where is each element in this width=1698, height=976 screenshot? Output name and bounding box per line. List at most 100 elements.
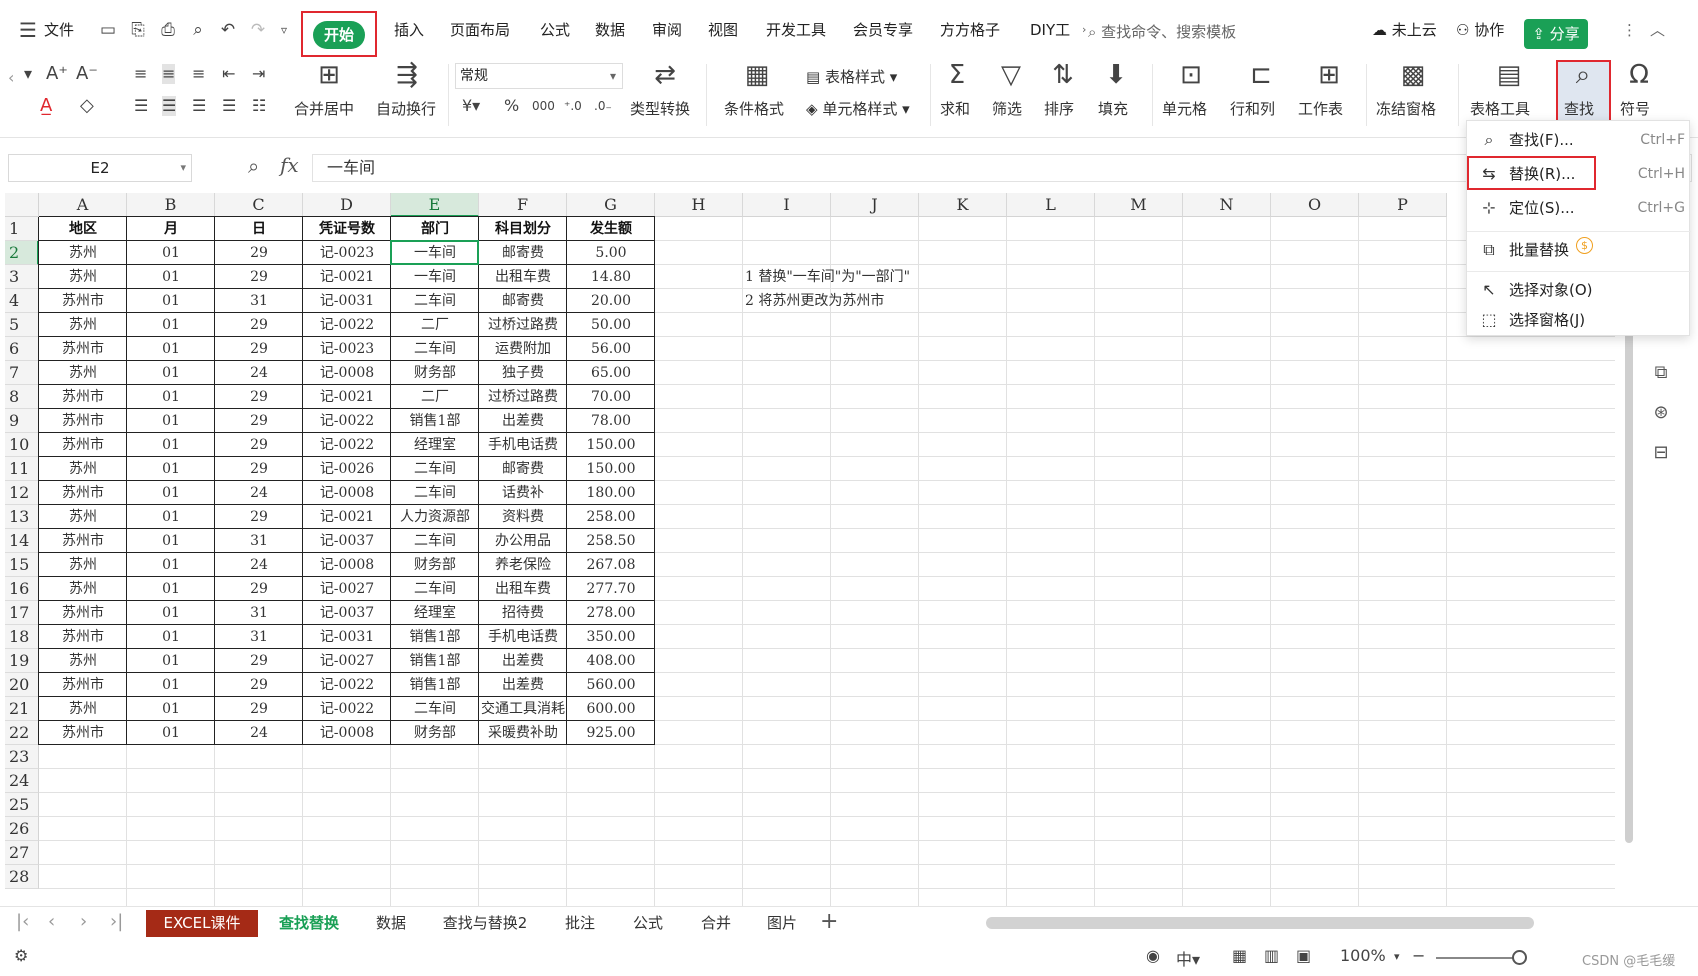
table-cell[interactable]: 01 — [127, 721, 215, 745]
wrap-text-icon[interactable]: ⇶ — [392, 60, 422, 90]
table-cell[interactable]: 话费补 — [479, 481, 567, 505]
sheet-tab-image[interactable]: 图片 — [754, 910, 810, 937]
table-cell[interactable]: 24 — [215, 481, 303, 505]
increase-decimal-icon[interactable]: ⁺.0 — [564, 96, 582, 116]
table-cell[interactable]: 记-0031 — [303, 289, 391, 313]
more-options-icon[interactable]: ⋮ — [1622, 16, 1637, 44]
row-header[interactable]: 23 — [5, 745, 39, 769]
wrap-text-button[interactable]: 自动换行 — [376, 98, 436, 119]
tab-view[interactable]: 视图 — [708, 16, 738, 44]
table-cell[interactable]: 邮寄费 — [479, 289, 567, 313]
zoom-dropdown-icon[interactable]: ▾ — [1394, 950, 1400, 963]
table-style-button[interactable]: ▤ 表格样式 ▾ — [806, 66, 897, 87]
file-menu[interactable]: 文件 — [44, 16, 74, 44]
table-cell[interactable]: 01 — [127, 553, 215, 577]
table-cell[interactable]: 记-0023 — [303, 337, 391, 361]
sheet-tab-excel[interactable]: EXCEL课件 — [146, 910, 258, 937]
tab-member[interactable]: 会员专享 — [853, 16, 913, 44]
type-convert-button[interactable]: 类型转换 — [630, 98, 690, 119]
table-cell[interactable]: 苏州市 — [39, 337, 127, 361]
column-header[interactable]: F — [479, 193, 567, 217]
column-header[interactable]: H — [655, 193, 743, 217]
decrease-font-icon[interactable]: A⁻ — [76, 64, 98, 84]
table-cell[interactable]: 苏州 — [39, 505, 127, 529]
collapse-ribbon-icon[interactable]: ︿ — [1650, 16, 1665, 44]
zoom-level[interactable]: 100% — [1340, 946, 1386, 965]
table-cell[interactable]: 资料费 — [479, 505, 567, 529]
table-cell[interactable]: 苏州 — [39, 313, 127, 337]
menu-item-select-objects[interactable]: ↖ 选择对象(O) — [1467, 275, 1691, 305]
table-cell[interactable]: 31 — [215, 625, 303, 649]
sum-button[interactable]: 求和 — [940, 98, 970, 119]
row-header[interactable]: 7 — [5, 361, 39, 385]
table-cell[interactable]: 5.00 — [567, 241, 655, 265]
increase-indent-icon[interactable]: ⇥ — [252, 64, 265, 84]
font-size-dropdown-icon[interactable]: ▾ — [24, 64, 32, 84]
table-cell[interactable]: 记-0021 — [303, 265, 391, 289]
table-cell[interactable]: 运费附加 — [479, 337, 567, 361]
tab-page-layout[interactable]: 页面布局 — [450, 16, 510, 44]
sort-button[interactable]: 排序 — [1044, 98, 1074, 119]
table-cell[interactable]: 苏州市 — [39, 385, 127, 409]
table-cell[interactable]: 31 — [215, 289, 303, 313]
font-color-icon[interactable]: A̲ — [40, 96, 52, 116]
column-header[interactable]: A — [39, 193, 127, 217]
row-header[interactable]: 12 — [5, 481, 39, 505]
row-header[interactable]: 5 — [5, 313, 39, 337]
more-tabs-icon[interactable]: › — [1082, 16, 1086, 44]
table-cell[interactable]: 记-0026 — [303, 457, 391, 481]
table-cell[interactable]: 人力资源部 — [391, 505, 479, 529]
table-cell[interactable]: 邮寄费 — [479, 457, 567, 481]
table-tools-icon[interactable]: ▤ — [1494, 60, 1524, 90]
table-cell[interactable]: 二车间 — [391, 337, 479, 361]
type-convert-icon[interactable]: ⇄ — [650, 60, 680, 90]
table-cell[interactable]: 记-0008 — [303, 361, 391, 385]
table-cell[interactable]: 01 — [127, 457, 215, 481]
align-right-icon[interactable]: ☰ — [192, 96, 206, 116]
tab-insert[interactable]: 插入 — [394, 16, 424, 44]
table-cell[interactable]: 过桥过路费 — [479, 385, 567, 409]
symbol-icon[interactable]: Ω — [1624, 60, 1654, 90]
table-cell[interactable]: 二车间 — [391, 697, 479, 721]
table-header-cell[interactable]: 科目划分 — [479, 217, 567, 241]
table-cell[interactable]: 记-0021 — [303, 505, 391, 529]
table-cell[interactable]: 925.00 — [567, 721, 655, 745]
thousands-icon[interactable]: 000 — [532, 96, 555, 116]
row-header[interactable]: 6 — [5, 337, 39, 361]
align-center-icon[interactable]: ☰ — [162, 96, 177, 116]
table-cell[interactable]: 记-0021 — [303, 385, 391, 409]
table-cell[interactable]: 记-0022 — [303, 673, 391, 697]
table-cell[interactable]: 258.50 — [567, 529, 655, 553]
row-header[interactable]: 15 — [5, 553, 39, 577]
table-cell[interactable]: 销售1部 — [391, 625, 479, 649]
menu-item-goto[interactable]: ⊹ 定位(S)... Ctrl+G — [1467, 193, 1691, 223]
table-cell[interactable]: 出差费 — [479, 409, 567, 433]
row-header[interactable]: 3 — [5, 265, 39, 289]
table-cell[interactable]: 01 — [127, 697, 215, 721]
table-header-cell[interactable]: 日 — [215, 217, 303, 241]
cell-icon[interactable]: ⊡ — [1176, 60, 1206, 90]
row-header[interactable]: 10 — [5, 433, 39, 457]
table-cell[interactable]: 01 — [127, 361, 215, 385]
tab-review[interactable]: 审阅 — [652, 16, 682, 44]
insert-function-icon[interactable]: fx — [280, 153, 299, 177]
row-header[interactable]: 18 — [5, 625, 39, 649]
cloud-status[interactable]: ☁ 未上云 — [1372, 16, 1437, 44]
table-cell[interactable]: 01 — [127, 337, 215, 361]
table-cell[interactable]: 278.00 — [567, 601, 655, 625]
row-header[interactable]: 26 — [5, 817, 39, 841]
table-cell[interactable]: 二车间 — [391, 577, 479, 601]
table-cell[interactable]: 二车间 — [391, 289, 479, 313]
table-cell[interactable]: 记-0008 — [303, 721, 391, 745]
table-cell[interactable]: 记-0008 — [303, 553, 391, 577]
decrease-indent-icon[interactable]: ⇤ — [222, 64, 235, 84]
table-cell[interactable]: 29 — [215, 577, 303, 601]
hamburger-menu-icon[interactable]: ☰ — [18, 20, 38, 40]
image-tool-icon[interactable]: ⧉ — [1650, 362, 1672, 384]
export-pdf-icon[interactable]: ⎘ — [128, 20, 148, 40]
table-cell[interactable]: 出差费 — [479, 673, 567, 697]
macro-icon[interactable]: ⚙ — [14, 946, 28, 965]
table-cell[interactable]: 29 — [215, 265, 303, 289]
table-cell[interactable]: 苏州 — [39, 361, 127, 385]
add-sheet-icon[interactable]: + — [820, 909, 838, 934]
